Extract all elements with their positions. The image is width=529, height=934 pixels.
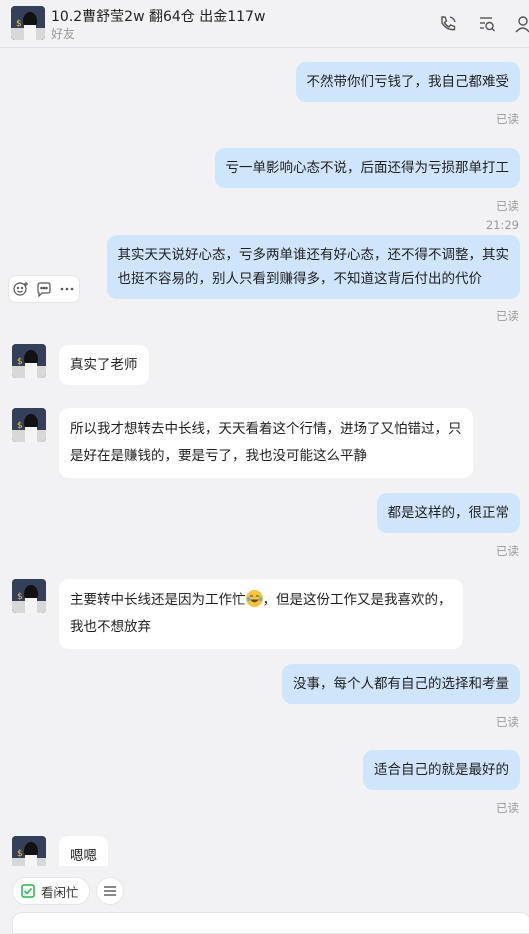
contact-relation-label: 好友: [51, 27, 76, 41]
outgoing-message[interactable]: 其实天天说好心态，亏多两单谁还有好心态，还不得不调整，其实 也挺不容易的，别人只…: [106, 235, 520, 299]
message-line: 也挺不容易的，别人只看到赚得多，不知道这背后付出的代价: [117, 271, 483, 287]
menu-icon: [104, 886, 116, 896]
incoming-message[interactable]: 所以我才想转去中长线，天天看着这个行情，进场了又怕错过，只 是好在是赚钱的，要是…: [59, 408, 473, 478]
more-options-icon[interactable]: [58, 280, 76, 298]
read-receipt: 已读: [496, 544, 519, 558]
status-chip[interactable]: 看闲忙: [12, 877, 90, 905]
read-receipt: 已读: [496, 801, 519, 815]
svg-text:$: $: [16, 19, 22, 29]
svg-text:$: $: [17, 592, 23, 602]
sender-avatar[interactable]: $: [12, 344, 46, 378]
read-receipt: 已读: [496, 199, 519, 213]
incoming-message[interactable]: 真实了老师: [59, 345, 149, 385]
outgoing-message[interactable]: 没事，每个人都有自己的选择和考量: [282, 664, 520, 704]
svg-text:$: $: [17, 849, 23, 859]
checkbox-icon: [21, 884, 35, 898]
chat-title: 10.2曹舒莹2w 翻64仓 出金117w: [51, 9, 266, 25]
contact-avatar[interactable]: $: [11, 6, 45, 40]
reply-comment-icon[interactable]: [35, 280, 53, 298]
svg-text:$: $: [17, 421, 23, 431]
chat-header: $ 10.2曹舒莹2w 翻64仓 出金117w 好友: [0, 0, 529, 48]
outgoing-message[interactable]: 不然带你们亏钱了，我自己都难受: [295, 62, 520, 102]
message-timestamp: 21:29: [485, 218, 519, 232]
outgoing-message[interactable]: 亏一单影响心态不说，后面还得为亏损那单打工: [214, 148, 520, 188]
sender-avatar[interactable]: $: [12, 579, 46, 613]
message-line: 是好在是赚钱的，要是亏了，我也没可能这么平静: [70, 448, 367, 464]
laughing-tears-emoji: [245, 590, 263, 607]
profile-icon[interactable]: [514, 14, 529, 34]
incoming-message[interactable]: 主要转中长线还是因为工作忙 ，但是这份工作又是我喜欢的， 我也不想放弃: [59, 579, 463, 649]
outgoing-message[interactable]: 都是这样的，很正常: [376, 493, 520, 533]
message-line: 其实天天说好心态，亏多两单谁还有好心态，还不得不调整，其实: [117, 247, 510, 263]
search-chat-icon[interactable]: [477, 14, 497, 34]
menu-button[interactable]: [96, 877, 124, 905]
svg-text:$: $: [17, 357, 23, 367]
status-chip-label: 看闲忙: [41, 884, 79, 900]
call-icon[interactable]: [438, 14, 458, 34]
message-actions-toolbar: [8, 275, 80, 303]
sender-avatar[interactable]: $: [12, 836, 46, 870]
message-line: 我也不想放弃: [70, 619, 151, 635]
message-line: 所以我才想转去中长线，天天看着这个行情，进场了又怕错过，只: [70, 421, 462, 437]
message-line: 主要转中长线还是因为工作忙 ，但是这份工作又是我喜欢的，: [70, 587, 452, 614]
sender-avatar[interactable]: $: [12, 408, 46, 442]
read-receipt: 已读: [496, 309, 519, 323]
read-receipt: 已读: [496, 715, 519, 729]
message-text: ，但是这份工作又是我喜欢的，: [262, 592, 452, 608]
message-text: 主要转中长线还是因为工作忙: [70, 592, 246, 608]
outgoing-message[interactable]: 适合自己的就是最好的: [363, 750, 520, 790]
read-receipt: 已读: [496, 112, 519, 126]
message-input-box[interactable]: [12, 912, 529, 934]
emoji-reaction-icon[interactable]: [12, 280, 30, 298]
